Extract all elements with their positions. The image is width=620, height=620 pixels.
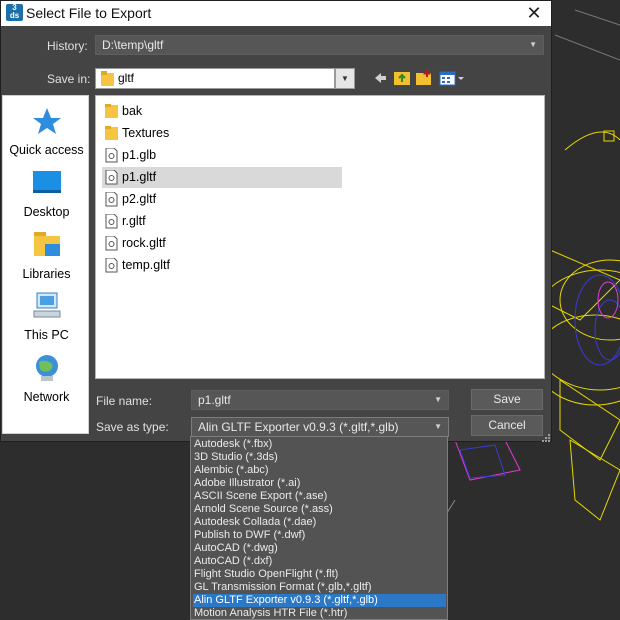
save-button[interactable]: Save	[471, 389, 543, 410]
file-name: p1.gltf	[122, 170, 157, 184]
save-as-type-combo[interactable]: Alin GLTF Exporter v0.9.3 (*.gltf,*.glb)…	[191, 417, 449, 437]
window-title: Select File to Export	[26, 5, 152, 21]
type-option[interactable]: Autodesk (*.fbx)	[193, 438, 446, 451]
document-icon	[105, 148, 118, 163]
save-in-value: gltf	[118, 71, 135, 85]
place-this-pc[interactable]: This PC	[3, 291, 90, 342]
file-name: temp.gltf	[122, 258, 170, 272]
place-label: Quick access	[9, 143, 84, 157]
save-in-dropdown-button[interactable]: ▼	[335, 68, 355, 89]
title-bar[interactable]: 3 ds Select File to Export ✕	[1, 1, 551, 26]
document-icon	[105, 170, 118, 185]
places-bar: Quick access Desktop Libraries This PC N…	[2, 95, 89, 434]
place-label: Desktop	[23, 205, 70, 219]
type-option[interactable]: Flight Studio OpenFlight (*.flt)	[193, 568, 446, 581]
place-label: Network	[23, 390, 70, 404]
place-label: Libraries	[22, 267, 71, 281]
chevron-down-icon: ▼	[529, 40, 537, 49]
computer-icon	[33, 292, 60, 318]
history-value: D:\temp\gltf	[102, 38, 164, 52]
up-folder-icon[interactable]	[393, 69, 411, 87]
folder-icon	[105, 126, 118, 140]
file-name: p1.glb	[122, 148, 157, 162]
type-option[interactable]: 3D Studio (*.3ds)	[193, 451, 446, 464]
star-icon	[32, 108, 61, 134]
type-option-selected[interactable]: Alin GLTF Exporter v0.9.3 (*.gltf,*.glb)	[193, 594, 446, 607]
file-name: r.gltf	[122, 214, 146, 228]
type-option[interactable]: Publish to DWF (*.dwf)	[193, 529, 446, 542]
file-name: Textures	[122, 126, 170, 140]
export-dialog: 3 ds Select File to Export ✕ History: D:\…	[0, 0, 552, 442]
place-quick-access[interactable]: Quick access	[3, 106, 90, 157]
type-option[interactable]: Arnold Scene Source (*.ass)	[193, 503, 446, 516]
file-list-item[interactable]: Textures	[102, 123, 342, 144]
libraries-icon	[33, 232, 60, 256]
save-as-type-value: Alin GLTF Exporter v0.9.3 (*.gltf,*.glb)	[198, 420, 399, 434]
file-list-item[interactable]: p1.glb	[102, 145, 342, 166]
save-as-type-list[interactable]: Autodesk (*.fbx) 3D Studio (*.3ds) Alemb…	[190, 436, 448, 620]
type-option[interactable]: Alembic (*.abc)	[193, 464, 446, 477]
app-3dsmax-icon: 3 ds	[6, 4, 23, 21]
type-option[interactable]: Motion Analysis HTR File (*.htr)	[193, 607, 446, 620]
chevron-down-icon: ▼	[434, 422, 442, 431]
close-button[interactable]: ✕	[517, 1, 551, 26]
file-name-value: p1.gltf	[198, 393, 231, 407]
file-name-label: File name:	[96, 394, 153, 408]
place-libraries[interactable]: Libraries	[3, 230, 90, 281]
type-option[interactable]: ASCII Scene Export (*.ase)	[193, 490, 446, 503]
save-in-combo[interactable]: gltf	[95, 68, 335, 89]
type-option[interactable]: Adobe Illustrator (*.ai)	[193, 477, 446, 490]
history-combo[interactable]: D:\temp\gltf ▼	[95, 35, 544, 55]
document-icon	[105, 236, 118, 251]
desktop-icon	[32, 171, 61, 193]
file-name: rock.gltf	[122, 236, 166, 250]
document-icon	[105, 258, 118, 273]
place-network[interactable]: Network	[3, 353, 90, 404]
save-in-label: Save in:	[47, 72, 91, 86]
file-name-input[interactable]: p1.gltf ▼	[191, 390, 449, 410]
network-icon	[35, 355, 58, 381]
type-option[interactable]: GL Transmission Format (*.glb,*.gltf)	[193, 581, 446, 594]
place-desktop[interactable]: Desktop	[3, 168, 90, 219]
save-as-type-label: Save as type:	[96, 420, 169, 434]
file-list-item[interactable]: r.gltf	[102, 211, 342, 232]
file-list-item-selected[interactable]: p1.gltf	[102, 167, 342, 188]
chevron-down-icon: ▼	[434, 395, 442, 404]
type-option[interactable]: Autodesk Collada (*.dae)	[193, 516, 446, 529]
place-label: This PC	[24, 328, 69, 342]
file-list-item[interactable]: rock.gltf	[102, 233, 342, 254]
type-option[interactable]: AutoCAD (*.dwg)	[193, 542, 446, 555]
document-icon	[105, 214, 118, 229]
type-option[interactable]: AutoCAD (*.dxf)	[193, 555, 446, 568]
resize-grip-icon[interactable]	[541, 433, 551, 443]
folder-icon	[101, 71, 114, 86]
file-list-item[interactable]: temp.gltf	[102, 255, 342, 276]
view-menu-icon[interactable]	[439, 69, 465, 87]
back-arrow-icon[interactable]	[371, 69, 389, 87]
document-icon	[105, 192, 118, 207]
folder-icon	[105, 104, 118, 118]
file-name: p2.gltf	[122, 192, 157, 206]
file-list[interactable]: bak Textures p1.glb p1.gltf p2.gltf r.gl…	[95, 95, 545, 379]
cancel-button[interactable]: Cancel	[471, 415, 543, 436]
new-folder-icon[interactable]	[415, 69, 433, 87]
file-name: bak	[122, 104, 143, 118]
history-label: History:	[47, 39, 88, 53]
file-list-item[interactable]: bak	[102, 101, 342, 122]
file-list-item[interactable]: p2.gltf	[102, 189, 342, 210]
